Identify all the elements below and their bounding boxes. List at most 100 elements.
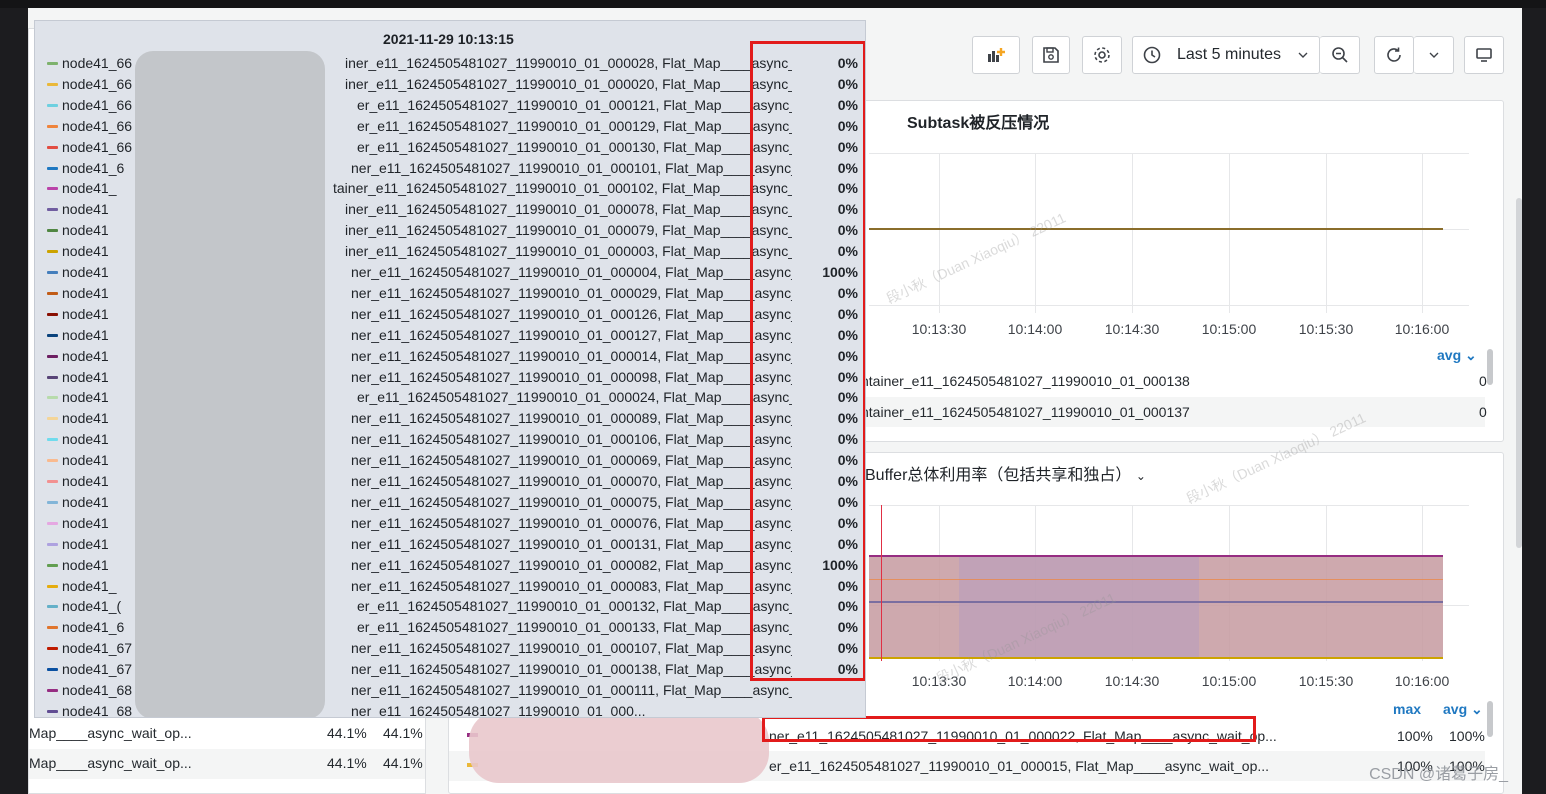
series-color-swatch (47, 271, 58, 274)
series-name-suffix: ner_e11_1624505481027_11990010_01_000098… (351, 368, 792, 385)
series-name-suffix: ner_e11_1624505481027_11990010_01_000083… (351, 577, 792, 594)
series-name-prefix: node41 (62, 264, 109, 280)
series-color-swatch (47, 438, 58, 442)
chart-area (869, 153, 1469, 313)
series-color-swatch (47, 229, 58, 233)
zoom-out-button[interactable] (1320, 36, 1360, 74)
panel-title: Subtask被反压情况 (907, 115, 1050, 132)
series-name-suffix: iner_e11_1624505481027_11990010_01_00000… (345, 243, 792, 260)
series-color-swatch (47, 166, 58, 170)
legend-series-name: er_e11_1624505481027_11990010_01_000015,… (769, 758, 1270, 774)
legend-sort-avg[interactable]: avg ⌄ (1443, 701, 1483, 718)
zoom-out-icon (1331, 47, 1348, 63)
highlight-box (750, 41, 865, 681)
series-name-prefix: node41 (62, 452, 109, 469)
series-name-suffix: ner_e11_1624505481027_11990010_01_000131… (351, 535, 792, 552)
series-name-prefix: node41 (62, 389, 109, 406)
series-color-swatch (47, 584, 58, 588)
series-line (869, 601, 1443, 603)
series-name-suffix: iner_e11_1624505481027_11990010_01_00002… (345, 75, 792, 92)
series-color-swatch (47, 605, 58, 609)
legend-header-avg: avg (1443, 701, 1468, 717)
series-name-suffix: ner_e11_1624505481027_11990010_01_000... (351, 702, 646, 718)
legend-scrollbar[interactable] (1487, 349, 1493, 385)
series-name-suffix: iner_e11_1624505481027_11990010_01_00007… (345, 222, 792, 239)
redacted-region (135, 51, 325, 717)
x-tick: 10:16:00 (1394, 673, 1450, 689)
legend-avg-value: 100% (1449, 728, 1485, 744)
series-color-swatch (47, 312, 58, 316)
series-name-suffix: ner_e11_1624505481027_11990010_01_000106… (351, 431, 792, 448)
panel-title[interactable]: Buffer总体利用率（包括共享和独占） ⌄ (865, 461, 1146, 485)
series-name-prefix: node41 (62, 410, 109, 427)
refresh-button[interactable] (1374, 36, 1414, 74)
series-name-prefix: node41 (62, 514, 109, 531)
series-name-prefix: node41 (62, 368, 109, 385)
series-color-swatch (47, 647, 58, 651)
series-color-swatch (47, 417, 58, 421)
series-color-swatch (47, 208, 58, 212)
series-color-swatch (47, 689, 58, 692)
x-tick: 10:15:30 (1298, 673, 1354, 689)
series-area-fill (959, 555, 1199, 659)
series-color-swatch (47, 187, 58, 191)
series-name-suffix: ner_e11_1624505481027_11990010_01_000127… (351, 326, 792, 343)
tv-mode-button[interactable] (1464, 36, 1504, 74)
series-name-suffix: ner_e11_1624505481027_11990010_01_000014… (351, 347, 792, 364)
series-line (869, 228, 1443, 230)
legend-scrollbar[interactable] (1487, 701, 1493, 737)
window-top-bar (0, 0, 1546, 8)
series-name-suffix: er_e11_1624505481027_11990010_01_000024,… (357, 389, 792, 406)
dashboard-settings-button[interactable] (1082, 36, 1122, 74)
time-range-picker[interactable]: Last 5 minutes (1132, 36, 1320, 74)
series-color-swatch (47, 375, 58, 379)
highlight-box (762, 716, 1256, 742)
series-color-swatch (47, 459, 58, 463)
series-line (869, 555, 1443, 557)
legend-sort-avg[interactable]: avg ⌄ (1437, 347, 1477, 364)
refresh-interval-dropdown[interactable] (1414, 36, 1454, 74)
graph-tooltip: 2021-11-29 10:13:15 node41_66 iner_e11_16… (34, 20, 866, 718)
gridline (869, 305, 1469, 306)
gridline (1132, 153, 1133, 313)
series-name-suffix: ner_e11_1624505481027_11990010_01_000076… (351, 514, 792, 531)
save-dashboard-button[interactable] (1032, 36, 1070, 74)
series-name-prefix: node41 (62, 473, 109, 489)
series-color-swatch (47, 333, 58, 337)
series-color-swatch (47, 542, 58, 546)
chart-area (869, 505, 1469, 661)
series-name-suffix: ner_e11_1624505481027_11990010_01_000111… (351, 682, 792, 698)
left-legend-row-2: Map____async_wait_op... 44.1% 44.1% (29, 749, 425, 779)
series-name-prefix: node41_68 (62, 702, 133, 718)
series-name-suffix: tainer_e11_1624505481027_11990010_01_000… (333, 180, 792, 197)
series-name-prefix: node41_66 (62, 75, 133, 92)
x-tick: 10:15:30 (1298, 321, 1354, 337)
add-panel-button[interactable] (972, 36, 1020, 74)
page-scrollbar[interactable] (1516, 198, 1522, 548)
legend-sort-max[interactable]: max (1393, 701, 1421, 717)
redacted-region (469, 711, 769, 783)
series-name-suffix: ner_e11_1624505481027_11990010_01_000089… (351, 410, 792, 427)
series-name-suffix: er_e11_1624505481027_11990010_01_000133,… (357, 619, 792, 636)
series-name-suffix: ner_e11_1624505481027_11990010_01_000101… (351, 159, 792, 176)
series-name-prefix: node41_6 (62, 619, 125, 636)
legend-avg-value: 0 (1479, 373, 1487, 389)
series-line (869, 657, 1443, 659)
series-name-prefix: node41_66 (62, 96, 133, 113)
left-legend-v2: 44.1% (383, 755, 423, 771)
left-legend-v2: 44.1% (383, 725, 423, 741)
series-color-swatch (47, 103, 58, 107)
legend-series-name: ntainer_e11_1624505481027_11990010_01_00… (861, 404, 1190, 420)
add-panel-icon (988, 48, 1005, 62)
series-name-suffix: ner_e11_1624505481027_11990010_01_000126… (351, 305, 792, 322)
series-name-suffix: ner_e11_1624505481027_11990010_01_000069… (351, 452, 792, 469)
series-name-suffix: ner_e11_1624505481027_11990010_01_000004… (351, 264, 792, 280)
legend-avg-value: 0 (1479, 404, 1487, 420)
series-color-swatch (47, 124, 58, 128)
series-color-swatch (47, 82, 58, 86)
series-name-suffix: ner_e11_1624505481027_11990010_01_000029… (351, 284, 792, 301)
series-color-swatch (47, 291, 58, 295)
gridline (869, 153, 1469, 154)
series-line (869, 579, 1443, 580)
series-name-prefix: node41 (62, 347, 109, 364)
